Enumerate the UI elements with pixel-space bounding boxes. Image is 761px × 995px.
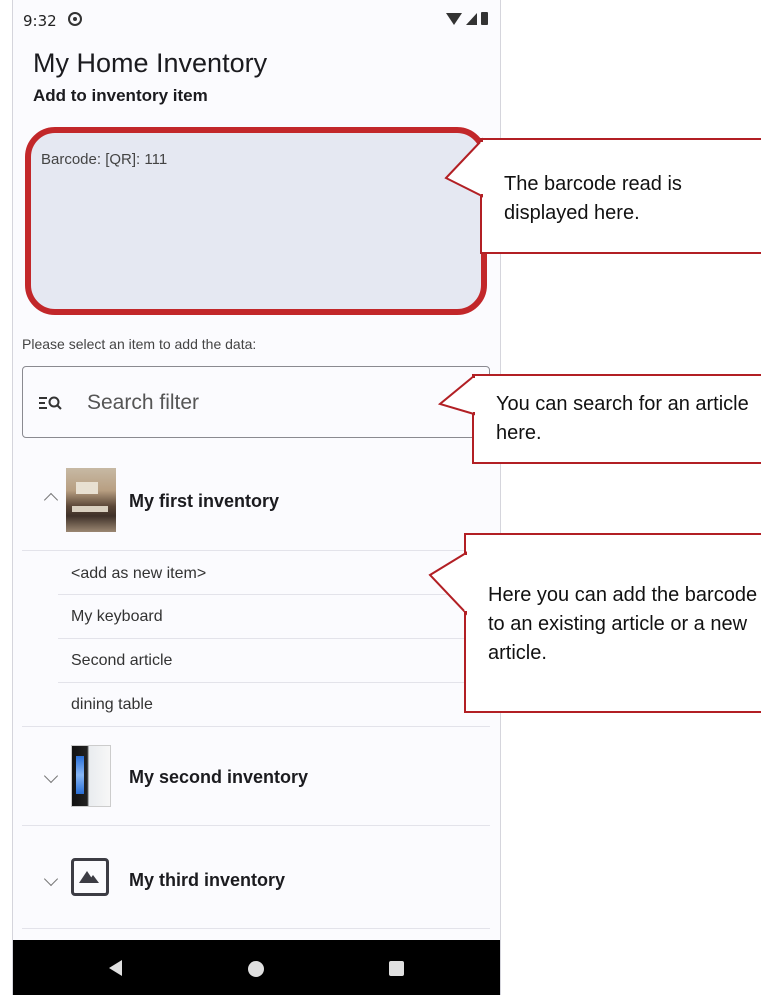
divider [22, 550, 490, 551]
inventory-thumbnail-photo [66, 468, 116, 532]
callout-pointer [437, 373, 476, 416]
cast-icon [68, 12, 82, 26]
filter-search-icon [39, 396, 62, 410]
divider [22, 928, 490, 929]
search-input[interactable]: Search filter [22, 366, 490, 438]
battery-icon [481, 12, 488, 25]
chevron-up-icon[interactable] [43, 492, 59, 508]
callout-search: You can search for an article here. [472, 374, 761, 464]
group-title: My third inventory [129, 870, 286, 890]
callout-barcode: The barcode read is displayed here. [480, 138, 761, 254]
barcode-display: Barcode: [QR]: 111 [25, 127, 487, 315]
status-bar: 9:32 [13, 0, 500, 38]
back-icon[interactable] [109, 960, 122, 976]
recents-icon[interactable] [389, 961, 404, 976]
status-icons [446, 12, 488, 25]
app-title: My Home Inventory [33, 48, 268, 78]
group-title: My first inventory [129, 491, 280, 511]
navigation-bar [13, 940, 500, 995]
callout-pointer [428, 551, 468, 616]
search-placeholder: Search filter [87, 391, 200, 414]
callout-text: Here you can add the barcode to an exist… [488, 584, 758, 664]
chevron-down-icon[interactable] [43, 871, 59, 887]
wifi-icon [446, 12, 462, 25]
callout-items: Here you can add the barcode to an exist… [464, 533, 761, 713]
barcode-text: Barcode: [QR]: 111 [41, 151, 168, 168]
home-icon[interactable] [248, 961, 264, 977]
phone-screen: 9:32 My Home Inventory Add to inventory … [12, 0, 501, 995]
select-item-label: Please select an item to add the data: [22, 336, 257, 352]
list-item[interactable]: dining table [71, 696, 153, 714]
list-item[interactable]: Second article [71, 652, 172, 670]
chevron-down-icon[interactable] [43, 768, 59, 784]
group-title: My second inventory [129, 767, 309, 787]
callout-pointer [444, 137, 484, 198]
list-item[interactable]: My keyboard [71, 608, 163, 626]
image-placeholder-icon [71, 858, 109, 896]
list-item-add-new[interactable]: <add as new item> [71, 565, 206, 583]
signal-icon [466, 12, 477, 25]
callout-text: You can search for an article here. [496, 393, 749, 444]
callout-text: The barcode read is displayed here. [504, 173, 682, 224]
status-time: 9:32 [23, 12, 57, 30]
inventory-thumbnail-pc [71, 745, 111, 807]
page-subtitle: Add to inventory item [33, 86, 208, 105]
